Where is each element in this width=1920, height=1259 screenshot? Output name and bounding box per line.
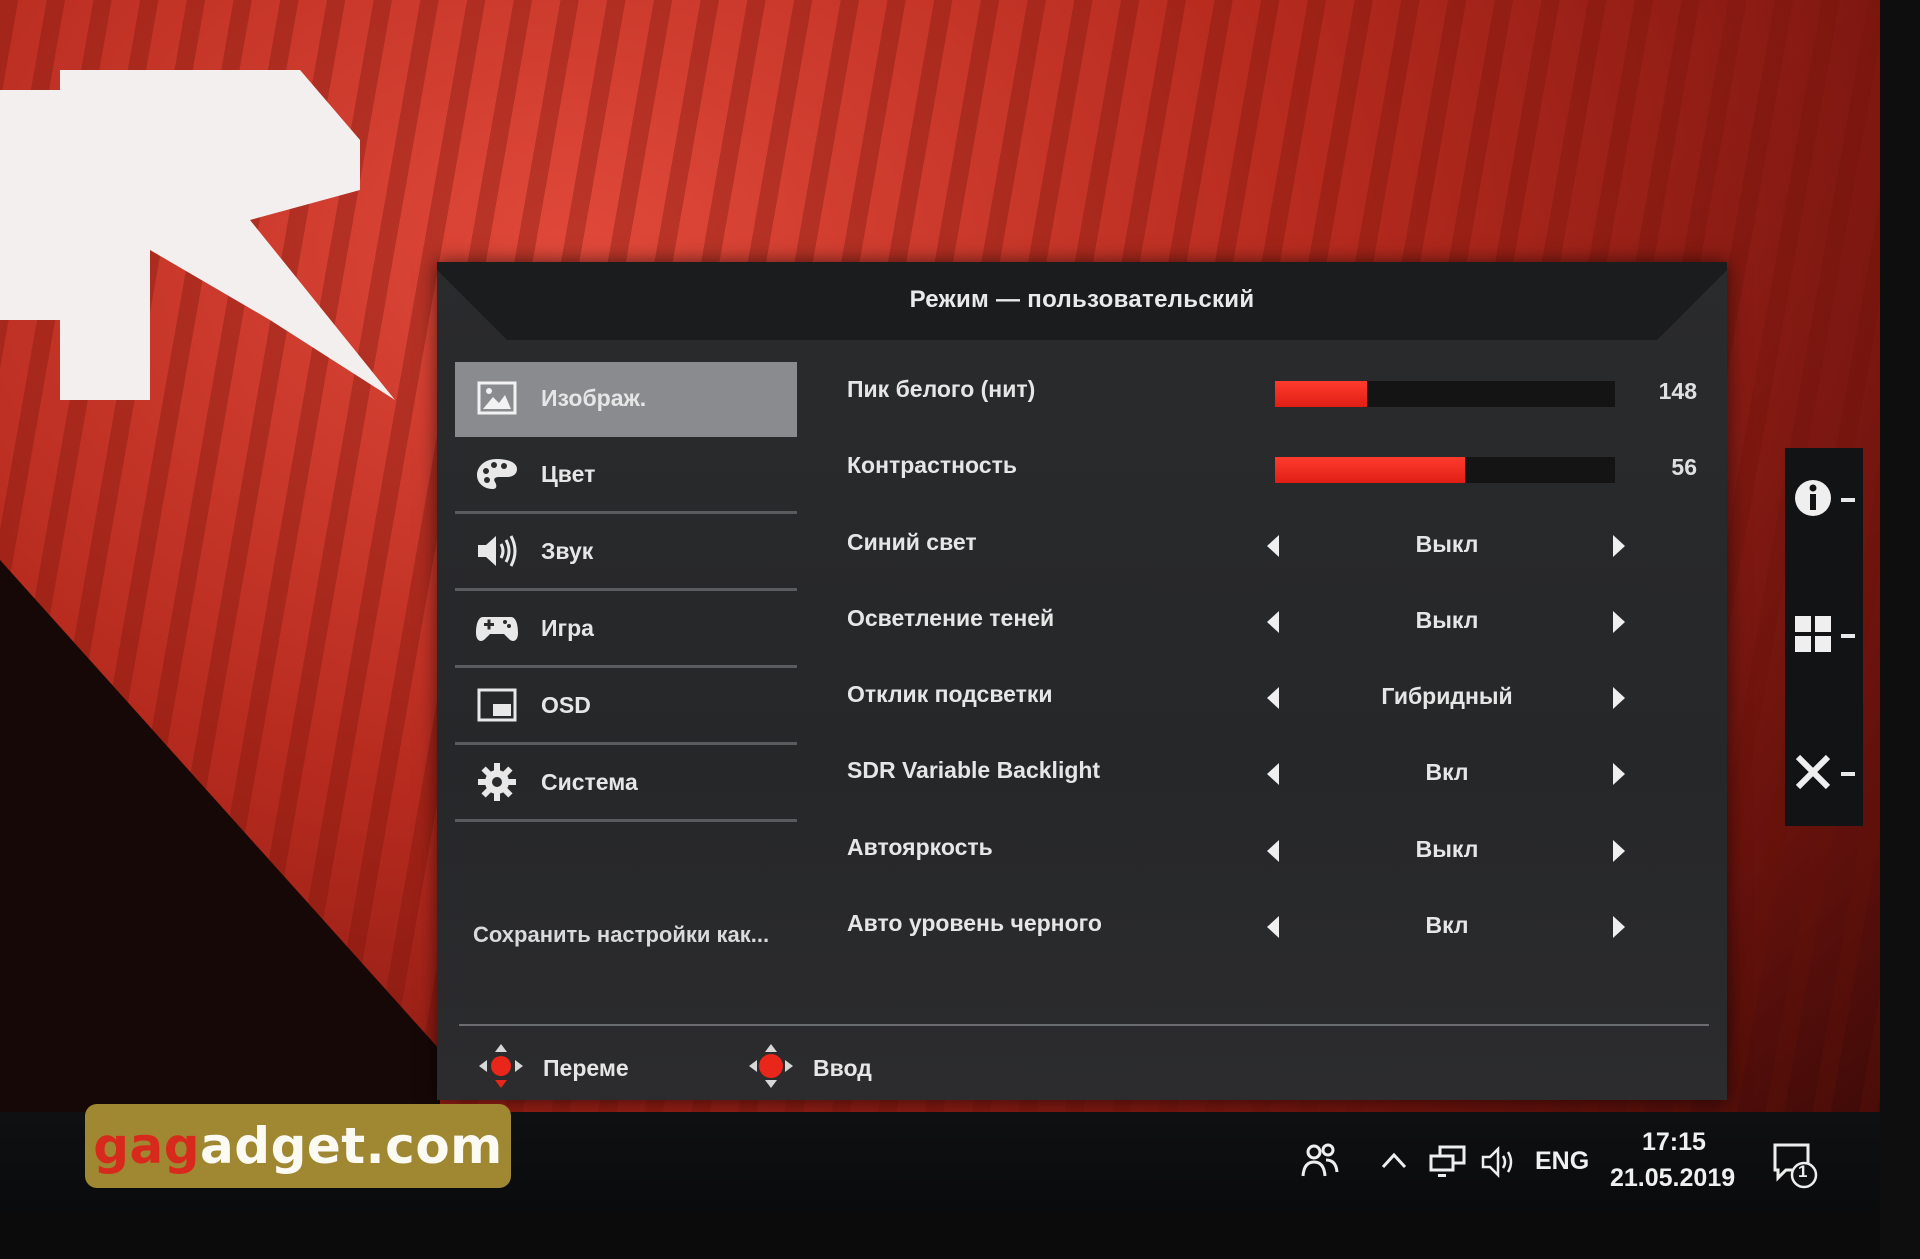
slider-fill — [1275, 457, 1466, 484]
nav-item-osd[interactable]: OSD — [455, 668, 797, 745]
clock-time[interactable]: 17:15 — [1642, 1128, 1706, 1157]
arrow-right-icon[interactable] — [1613, 763, 1625, 786]
nav-item-game[interactable]: Игра — [455, 591, 797, 668]
nav-item-system[interactable]: Система — [455, 745, 797, 822]
osd-window-icon — [475, 685, 519, 725]
button-marker — [1841, 634, 1855, 638]
slider-value: 148 — [1658, 378, 1697, 404]
gear-icon — [475, 762, 519, 802]
nav-item-color[interactable]: Цвет — [455, 437, 797, 514]
chevron-up-icon[interactable] — [1380, 1150, 1408, 1175]
language-indicator[interactable]: ENG — [1535, 1147, 1589, 1176]
nav-label: Звук — [541, 537, 594, 564]
monitor-bezel-right — [1880, 0, 1920, 1259]
arrow-right-icon[interactable] — [1613, 534, 1625, 557]
contrast-slider[interactable] — [1275, 457, 1615, 484]
arrow-left-icon[interactable] — [1267, 687, 1279, 710]
hint-move-label: Переме — [543, 1055, 629, 1081]
nav-label: Цвет — [541, 460, 596, 487]
setting-label: Осветление теней — [847, 604, 1055, 631]
arrow-right-icon[interactable] — [1613, 916, 1625, 939]
gagadget-watermark: gagadget.com — [85, 1104, 511, 1188]
settings-list: Пик белого (нит) 148 Контрастность 56 Си… — [847, 352, 1697, 962]
nav-label: Система — [541, 768, 638, 795]
setting-label: Синий свет — [847, 528, 977, 555]
hint-move: Переме — [477, 1042, 629, 1095]
save-settings-button[interactable]: Сохранить настройки как... — [473, 922, 769, 948]
setting-value: Вкл — [1425, 912, 1469, 939]
arrow-right-icon[interactable] — [1613, 610, 1625, 633]
hint-enter-label: Ввод — [813, 1055, 872, 1081]
info-icon — [1793, 478, 1833, 523]
setting-peak-white[interactable]: Пик белого (нит) 148 — [847, 352, 1697, 428]
network-icon[interactable] — [1428, 1144, 1468, 1185]
setting-label: Автояркость — [847, 833, 993, 860]
grid-icon — [1793, 614, 1833, 659]
qb-mode[interactable] — [1785, 606, 1863, 666]
close-icon — [1793, 752, 1833, 797]
setting-shadow-boost[interactable]: Осветление теней Выкл — [847, 581, 1687, 657]
setting-value: Вкл — [1425, 759, 1469, 786]
setting-value: Выкл — [1415, 835, 1479, 862]
setting-label: SDR Variable Backlight — [847, 757, 1101, 784]
slider-value: 56 — [1671, 454, 1697, 481]
peak-white-slider[interactable] — [1275, 381, 1615, 407]
watermark-prefix: ga — [93, 1117, 164, 1175]
setting-value: Выкл — [1415, 530, 1479, 557]
osd-title: Режим — пользовательский — [909, 286, 1255, 313]
hint-enter: Ввод — [747, 1042, 872, 1095]
setting-auto-black-level[interactable]: Авто уровень черного Вкл — [847, 886, 1687, 962]
nav-item-image[interactable]: Изображ. — [455, 362, 797, 437]
nav-label: OSD — [541, 691, 591, 718]
setting-value: Гибридный — [1381, 683, 1513, 710]
osd-nav: Изображ. Цвет Звук Игра OSD Система — [455, 362, 797, 822]
nav-label: Изображ. — [541, 384, 647, 411]
arrow-right-icon[interactable] — [1613, 839, 1625, 862]
setting-blue-light[interactable]: Синий свет Выкл — [847, 505, 1687, 581]
clock-date[interactable]: 21.05.2019 — [1610, 1164, 1735, 1193]
setting-label: Отклик подсветки — [847, 681, 1053, 708]
setting-sdr-variable-backlight[interactable]: SDR Variable Backlight Вкл — [847, 733, 1687, 809]
arrow-left-icon[interactable] — [1267, 610, 1279, 633]
setting-auto-brightness[interactable]: Автояркость Выкл — [847, 810, 1687, 886]
setting-contrast[interactable]: Контрастность 56 — [847, 428, 1697, 504]
joystick-move-icon — [477, 1042, 525, 1095]
qb-info[interactable] — [1785, 470, 1863, 530]
arrow-left-icon[interactable] — [1267, 916, 1279, 939]
setting-value: Выкл — [1415, 606, 1479, 633]
slider-fill — [1275, 381, 1367, 407]
gamepad-icon — [475, 608, 519, 648]
notification-count: 1 — [1798, 1162, 1808, 1181]
arrow-left-icon[interactable] — [1267, 839, 1279, 862]
monitor-quick-buttons — [1785, 448, 1863, 826]
watermark-suffix: adget.com — [200, 1117, 503, 1175]
speaker-icon — [475, 531, 519, 571]
image-icon — [475, 378, 519, 418]
watermark-middle: g — [163, 1117, 201, 1175]
monitor-bezel-bottom — [0, 1212, 1920, 1259]
osd-menu: Режим — пользовательский Изображ. Цвет З… — [437, 262, 1727, 1100]
arrow-left-icon[interactable] — [1267, 763, 1279, 786]
people-icon[interactable] — [1300, 1142, 1340, 1183]
watermark-text: gagadget.com — [93, 1117, 503, 1175]
setting-label: Контрастность — [847, 452, 1017, 479]
setting-label: Пик белого (нит) — [847, 376, 1036, 402]
notification-icon[interactable]: 1 — [1772, 1142, 1820, 1195]
nav-label: Игра — [541, 614, 594, 641]
arrow-left-icon[interactable] — [1267, 534, 1279, 557]
qb-close[interactable] — [1785, 744, 1863, 804]
setting-backlight-response[interactable]: Отклик подсветки Гибридный — [847, 657, 1687, 733]
osd-footer-divider — [459, 1024, 1709, 1026]
setting-label: Авто уровень черного — [847, 910, 1102, 937]
palette-icon — [475, 454, 519, 494]
joystick-enter-icon — [747, 1042, 795, 1095]
nav-item-sound[interactable]: Звук — [455, 514, 797, 591]
volume-icon[interactable] — [1480, 1144, 1520, 1185]
button-marker — [1841, 498, 1855, 502]
arrow-right-icon[interactable] — [1613, 687, 1625, 710]
button-marker — [1841, 772, 1855, 776]
